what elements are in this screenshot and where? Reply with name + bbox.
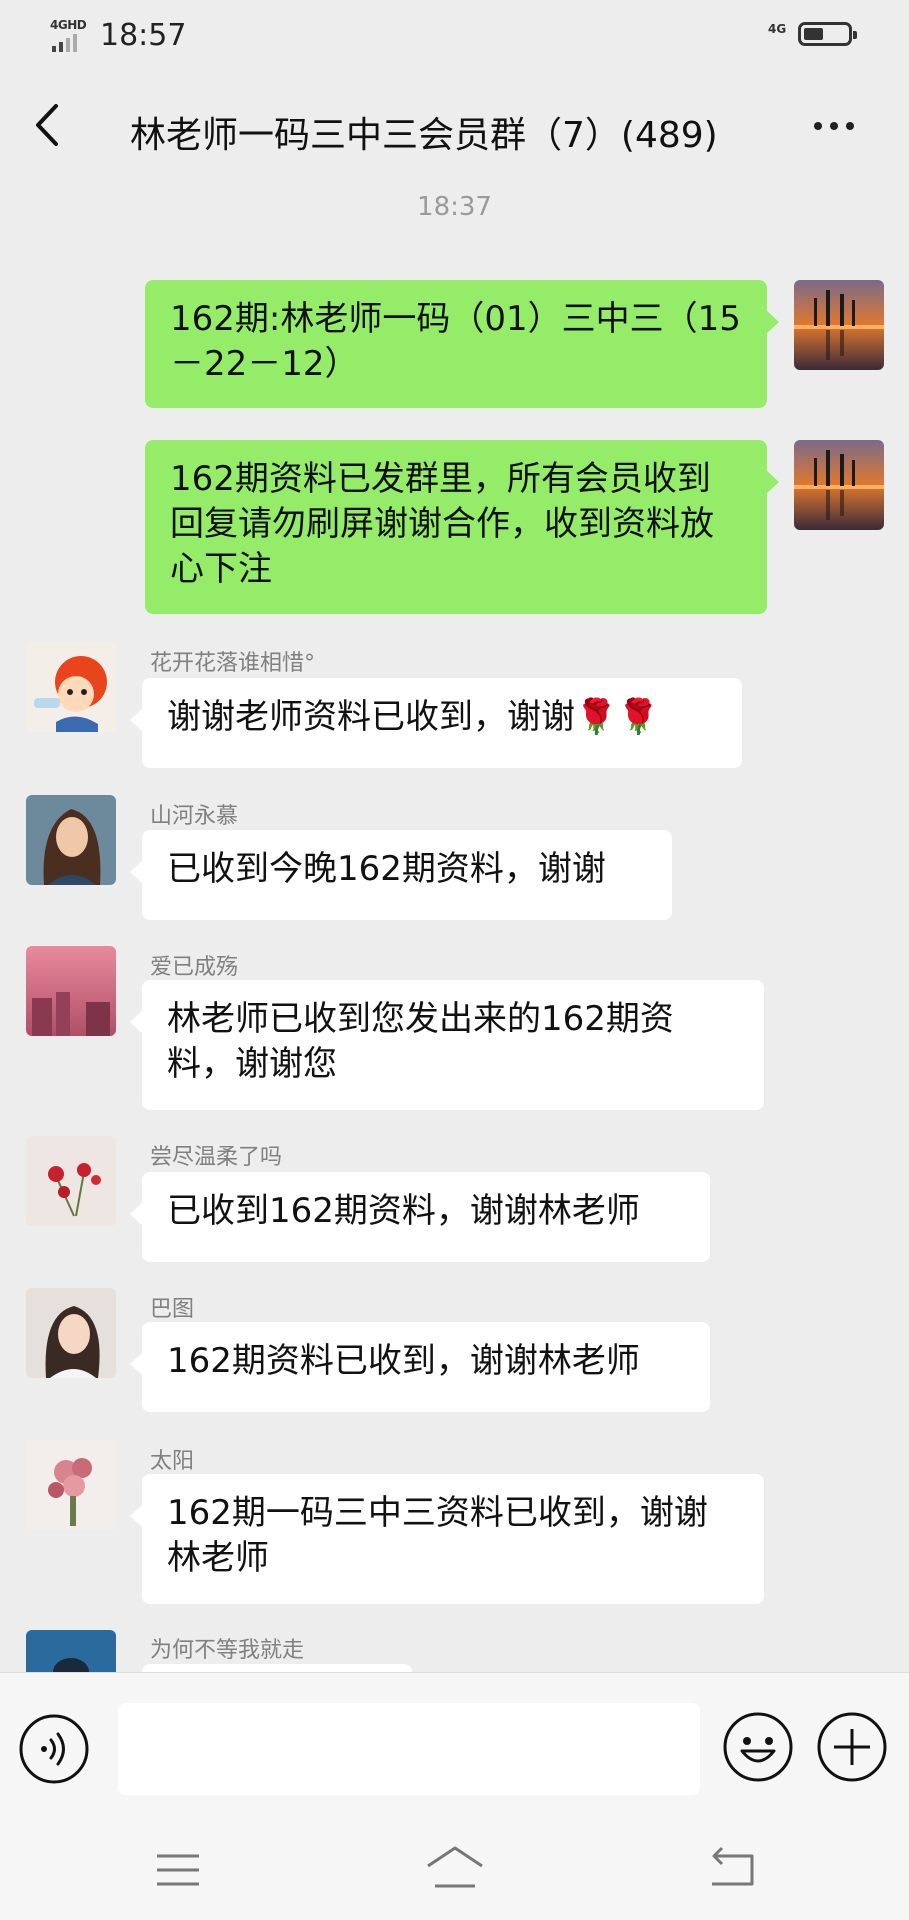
member-message-bubble[interactable]: 162期一码三中三资料已收到，谢谢林老师	[130, 1474, 764, 1604]
member-message-bubble[interactable]: 林老师已收到您发出来的162期资料，谢谢您	[130, 980, 764, 1110]
signal-bars-icon	[52, 34, 92, 52]
system-nav-bar	[0, 1820, 909, 1920]
member-avatar[interactable]	[26, 1136, 116, 1226]
chat-title: 林老师一码三中三会员群（7）(489)	[130, 115, 718, 156]
back-icon[interactable]	[708, 1846, 756, 1890]
sender-name: 太阳	[150, 1449, 195, 1474]
menu-icon[interactable]	[155, 1850, 201, 1890]
my-avatar[interactable]	[794, 280, 884, 370]
sender-name: 花开花落谁相惜°	[150, 651, 316, 676]
network-type-label: 4GHD	[50, 18, 87, 32]
member-message-bubble[interactable]	[142, 1664, 412, 1672]
member-message-bubble[interactable]: 162期资料已收到，谢谢林老师	[130, 1322, 710, 1412]
home-icon[interactable]	[425, 1844, 485, 1890]
member-avatar[interactable]	[26, 642, 116, 732]
sender-name: 为何不等我就走	[150, 1638, 305, 1663]
more-dots-icon[interactable]	[810, 110, 860, 140]
chevron-left-icon[interactable]	[30, 100, 70, 150]
member-avatar[interactable]	[26, 946, 116, 1036]
member-avatar[interactable]	[26, 1288, 116, 1378]
chat-timestamp: 18:37	[417, 192, 492, 222]
voice-icon[interactable]	[18, 1713, 90, 1785]
my-avatar[interactable]	[794, 440, 884, 530]
status-bar: 4GHD 18:57 4G	[0, 0, 909, 72]
emoji-icon[interactable]	[722, 1711, 794, 1783]
member-avatar[interactable]	[26, 1440, 116, 1530]
my-message-bubble[interactable]: 162期资料已发群里，所有会员收到回复请勿刷屏谢谢合作，收到资料放心下注	[145, 440, 779, 614]
sender-name: 尝尽温柔了吗	[150, 1145, 283, 1170]
sender-name: 山河永慕	[150, 804, 239, 829]
message-input[interactable]	[118, 1703, 700, 1795]
network-type-right: 4G	[768, 22, 787, 36]
status-time: 18:57	[100, 18, 187, 53]
message-input-bar	[0, 1672, 909, 1821]
plus-icon[interactable]	[816, 1711, 888, 1783]
sender-name: 爱已成殇	[150, 955, 239, 980]
member-message-bubble[interactable]: 谢谢老师资料已收到，谢谢🌹🌹	[130, 678, 742, 768]
chat-header: 林老师一码三中三会员群（7）(489)	[0, 72, 909, 182]
battery-fill	[804, 28, 823, 40]
member-avatar[interactable]	[26, 795, 116, 885]
sender-name: 巴图	[150, 1297, 195, 1322]
member-message-bubble[interactable]: 已收到162期资料，谢谢林老师	[130, 1172, 710, 1262]
battery-icon	[798, 22, 857, 46]
member-avatar[interactable]	[26, 1630, 116, 1672]
my-message-bubble[interactable]: 162期:林老师一码（01）三中三（15－22－12）	[145, 280, 779, 408]
member-message-bubble[interactable]: 已收到今晚162期资料，谢谢	[130, 830, 672, 920]
